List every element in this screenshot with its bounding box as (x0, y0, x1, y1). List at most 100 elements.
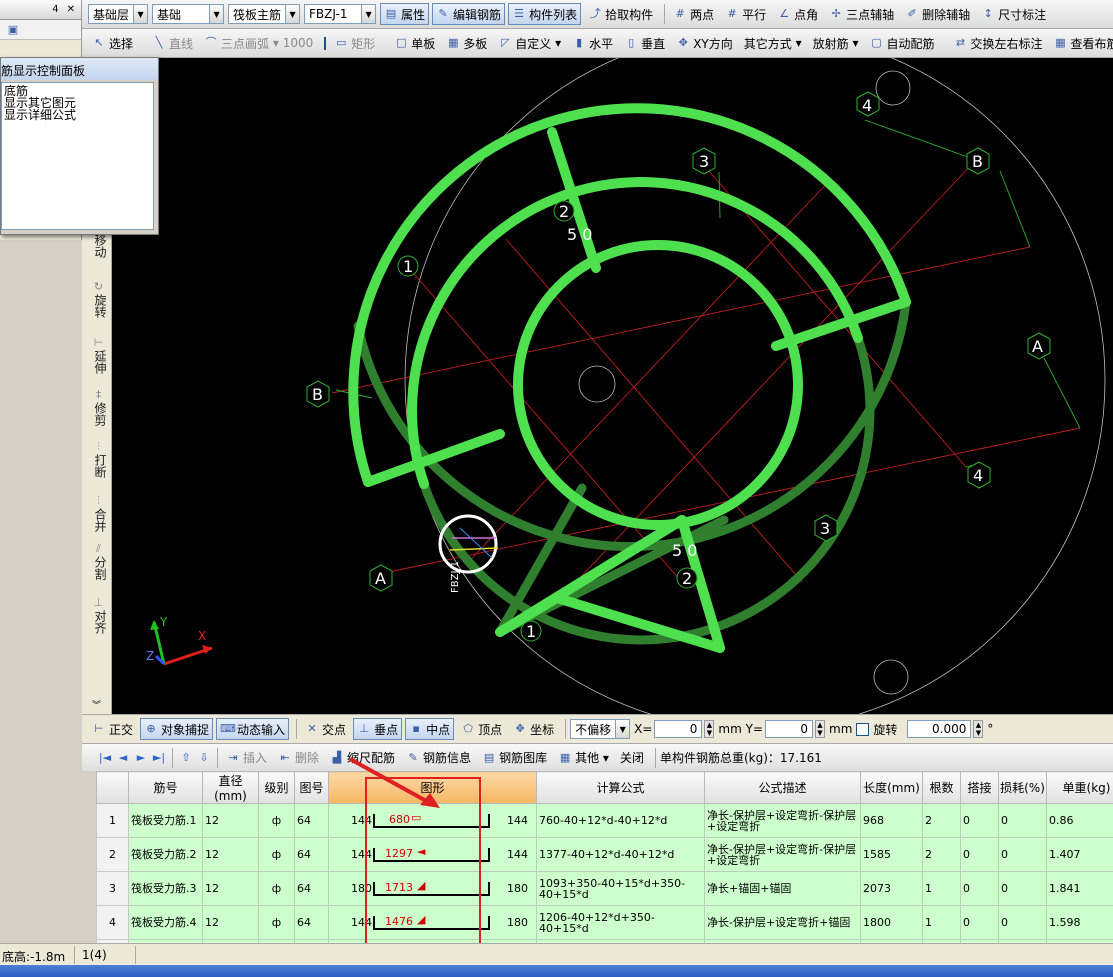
move-down-icon[interactable]: ⇩ (195, 751, 213, 764)
cell-shape[interactable]: 144 1476 ◢ 180 (328, 905, 537, 940)
row-index[interactable]: 4 (96, 905, 129, 940)
cell-shape[interactable]: 180 1713 ◢ 180 (328, 871, 537, 906)
cell-weight[interactable]: 0.86 (1046, 803, 1113, 838)
cell-formula[interactable]: 760-40+12*d-40+12*d (536, 803, 705, 838)
line-button[interactable]: ╲ 直线 (148, 32, 197, 54)
table-row[interactable]: 3 筏板受力筋.3 12 ф 64 180 1713 ◢ 180 1093+350-40+15*d… (96, 871, 1113, 906)
cell-figure-no[interactable]: 64 (294, 905, 329, 940)
component-list-button[interactable]: ☰ 构件列表 (508, 3, 582, 25)
x-input[interactable]: 0 (654, 720, 703, 738)
copy-icon[interactable]: ▣ (6, 23, 20, 37)
vertical-button[interactable]: ▯ 垂直 (620, 32, 669, 54)
y-input[interactable]: 0 (765, 720, 813, 738)
element-name-select[interactable]: FBZJ-1 ▼ (304, 4, 377, 24)
swap-label-button[interactable]: ⇄ 交换左右标注 (949, 32, 1046, 54)
cell-count[interactable]: 2 (922, 803, 961, 838)
cell-loss[interactable]: 0 (998, 803, 1047, 838)
split-tool[interactable]: ⫽分割 (85, 542, 109, 580)
single-plate-button[interactable]: □ 单板 (390, 32, 439, 54)
col-header-figure-no[interactable]: 图号 (294, 771, 329, 804)
other-menu-button[interactable]: ▦ 其他 ▾ (554, 747, 613, 769)
cell-weight[interactable]: 1.841 (1046, 871, 1113, 906)
col-header-loss[interactable]: 损耗(%) (998, 771, 1047, 804)
col-header-formula[interactable]: 计算公式 (536, 771, 705, 804)
row-index[interactable]: 3 (96, 871, 129, 906)
first-record-icon[interactable]: |◄ (96, 751, 114, 764)
properties-button[interactable]: ▤ 属性 (380, 3, 430, 25)
cell-lap[interactable]: 0 (960, 905, 999, 940)
cell-count[interactable]: 1 (922, 871, 961, 906)
three-point-axis-button[interactable]: ✢ 三点辅轴 (825, 3, 898, 25)
cell-loss[interactable]: 0 (998, 905, 1047, 940)
drawing-canvas[interactable]: 4 3 B 2 5 0 1 A B A 4 3 5 0 2 1 FBZJ-1 X… (112, 58, 1113, 714)
cell-description[interactable]: 净长-保护层+设定弯折-保护层+设定弯折 (704, 837, 861, 872)
custom-button[interactable]: ◸ 自定义 ▾ (494, 32, 565, 54)
cell-length[interactable]: 1800 (860, 905, 923, 940)
floor-select[interactable]: 基础层 ▼ (88, 4, 149, 24)
cell-description[interactable]: 净长-保护层+设定弯折-保护层+设定弯折 (704, 803, 861, 838)
rotate-input[interactable]: 0.000 (907, 720, 972, 738)
cell-formula[interactable]: 1206-40+12*d+350-40+15*d (536, 905, 705, 940)
edit-rebar-button[interactable]: ✎ 编辑钢筋 (432, 3, 506, 25)
trim-tool[interactable]: ‡修剪 (85, 388, 109, 426)
move-up-icon[interactable]: ⇧ (177, 751, 195, 764)
cell-count[interactable]: 1 (922, 905, 961, 940)
extend-tool[interactable]: ⊢延伸 (85, 336, 109, 374)
merge-tool[interactable]: ⫶合并 (85, 494, 109, 532)
cell-grade[interactable]: ф (258, 803, 295, 838)
xy-direction-button[interactable]: ✥ XY方向 (672, 32, 737, 54)
intersect-snap-button[interactable]: ✕ 交点 (301, 718, 350, 740)
col-header-grade[interactable]: 级别 (258, 771, 295, 804)
arc-button[interactable]: ⌒ 三点画弧 ▾ 1000 (200, 32, 317, 54)
col-header-diameter[interactable]: 直径(mm) (202, 771, 259, 804)
cell-loss[interactable]: 0 (998, 837, 1047, 872)
cell-loss[interactable]: 0 (998, 871, 1047, 906)
cell-name[interactable]: 筏板受力筋.3 (128, 871, 203, 906)
horizontal-button[interactable]: ▮ 水平 (568, 32, 617, 54)
cell-weight[interactable]: 1.407 (1046, 837, 1113, 872)
col-header-description[interactable]: 公式描述 (704, 771, 861, 804)
dimension-button[interactable]: ↕ 尺寸标注 (977, 3, 1050, 25)
table-row[interactable]: 1 筏板受力筋.1 12 ф 64 144 680 ▭ 144 760-40+12*d-40+12… (96, 803, 1113, 838)
cell-lap[interactable]: 0 (960, 837, 999, 872)
cell-diameter[interactable]: 12 (202, 871, 259, 906)
y-spinner[interactable]: ▲ ▼ (815, 720, 825, 738)
pin-icon[interactable]: 4 (52, 4, 58, 15)
cell-count[interactable]: 2 (922, 837, 961, 872)
arc-checkbox[interactable] (324, 36, 327, 50)
row-index[interactable]: 1 (96, 803, 129, 838)
multi-plate-button[interactable]: ▦ 多板 (442, 32, 491, 54)
cell-description[interactable]: 净长+锚固+锚固 (704, 871, 861, 906)
panel-title[interactable]: 筋显示控制面板 (1, 58, 158, 80)
point-angle-button[interactable]: ∠ 点角 (773, 3, 822, 25)
drawing-svg[interactable]: 4 3 B 2 5 0 1 A B A 4 3 5 0 2 1 FBZJ-1 X… (112, 58, 1113, 714)
cell-diameter[interactable]: 12 (202, 905, 259, 940)
x-spinner[interactable]: ▲ ▼ (704, 720, 715, 738)
cell-figure-no[interactable]: 64 (294, 837, 329, 872)
midpoint-snap-button[interactable]: ▪ 中点 (405, 718, 455, 740)
cell-figure-no[interactable]: 64 (294, 803, 329, 838)
dynamic-input-button[interactable]: ⌨ 动态输入 (216, 718, 290, 740)
cell-grade[interactable]: ф (258, 905, 295, 940)
col-header-length[interactable]: 长度(mm) (860, 771, 923, 804)
scroll-down-icon[interactable]: ︾ (92, 698, 101, 711)
object-snap-button[interactable]: ⊕ 对象捕捉 (140, 718, 214, 740)
cell-name[interactable]: 筏板受力筋.2 (128, 837, 203, 872)
rotate-tool[interactable]: ↻旋转 (85, 280, 109, 318)
ortho-button[interactable]: ⊢ 正交 (88, 718, 137, 740)
rotate-checkbox[interactable] (856, 722, 870, 736)
coord-snap-button[interactable]: ✥ 坐标 (509, 718, 558, 740)
table-row[interactable]: 4 筏板受力筋.4 12 ф 64 144 1476 ◢ 180 1206-40+12*d+350… (96, 905, 1113, 940)
parallel-button[interactable]: # 平行 (721, 3, 770, 25)
cell-name[interactable]: 筏板受力筋.1 (128, 803, 203, 838)
element-type-select[interactable]: 筏板主筋 ▼ (228, 4, 301, 24)
select-button[interactable]: ↖ 选择 (88, 32, 137, 54)
vertex-snap-button[interactable]: ⬠ 顶点 (457, 718, 506, 740)
last-record-icon[interactable]: ►| (150, 751, 168, 764)
cell-name[interactable]: 筏板受力筋.4 (128, 905, 203, 940)
cell-formula[interactable]: 1377-40+12*d-40+12*d (536, 837, 705, 872)
insert-button[interactable]: ⇥ 插入 (222, 747, 271, 769)
col-header-lap[interactable]: 搭接 (960, 771, 999, 804)
cell-formula[interactable]: 1093+350-40+15*d+350-40+15*d (536, 871, 705, 906)
option-show-formula[interactable]: 显示详细公式 (4, 109, 153, 121)
